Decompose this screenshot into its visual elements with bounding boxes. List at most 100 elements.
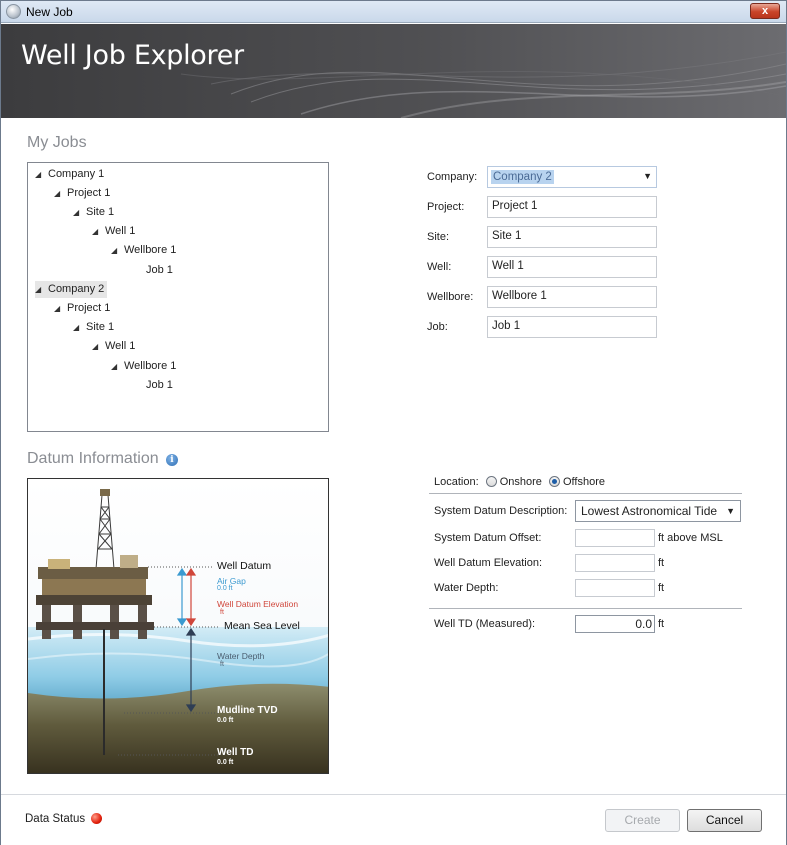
company-combo-value: Company 2 — [491, 170, 554, 184]
expanded-arrow-icon[interactable]: ◢ — [111, 242, 124, 259]
wellbore-label: Wellbore: — [427, 291, 474, 303]
tree-node-label: Site 1 — [86, 206, 115, 218]
tree-node-well-1[interactable]: ◢ Well 1 — [92, 223, 135, 240]
tree-node-label: Company 1 — [48, 168, 105, 180]
tree-node-job-1[interactable]: Job 1 — [146, 377, 173, 394]
expanded-arrow-icon[interactable]: ◢ — [92, 338, 105, 355]
banner: Well Job Explorer — [1, 24, 786, 118]
diagram-mudline-tvd-value: 0.0 ft — [217, 717, 234, 724]
tree-node-label: Well 1 — [105, 340, 136, 352]
close-button[interactable]: x — [750, 3, 780, 19]
system-datum-offset-unit: ft above MSL — [658, 532, 723, 544]
expanded-arrow-icon[interactable]: ◢ — [54, 185, 67, 202]
company-combo[interactable]: Company 2 ▼ — [487, 166, 657, 188]
system-datum-description-label: System Datum Description: — [434, 505, 568, 517]
expanded-arrow-icon[interactable]: ◢ — [111, 358, 124, 375]
title-bar: New Job x — [1, 1, 786, 23]
water-depth-label: Water Depth: — [434, 582, 499, 594]
diagram-air-gap-value: 0.0 ft — [217, 585, 233, 592]
window-title: New Job — [26, 5, 73, 19]
water-depth-input[interactable] — [575, 579, 655, 597]
datum-diagram: Well Datum Air Gap 0.0 ft Well Datum Ele… — [27, 478, 329, 774]
well-field[interactable]: Well 1 — [487, 256, 657, 278]
expanded-arrow-icon[interactable]: ◢ — [92, 223, 105, 240]
divider — [429, 608, 742, 609]
site-label: Site: — [427, 231, 450, 243]
tree-node-label: Project 1 — [67, 302, 111, 314]
diagram-mean-sea-level-label: Mean Sea Level — [224, 620, 300, 632]
footer: Data Status Create Cancel — [1, 794, 786, 845]
diagram-well-datum-elevation-unit: ft — [220, 609, 224, 616]
diagram-water-depth-label: Water Depth — [217, 651, 265, 661]
data-status-label: Data Status — [25, 813, 86, 825]
tree-node-label: Job 1 — [146, 264, 173, 276]
tree-node-project-1[interactable]: ◢ Project 1 — [54, 300, 110, 317]
app-icon — [6, 4, 21, 19]
my-jobs-title: My Jobs — [27, 134, 87, 151]
onshore-label[interactable]: Onshore — [500, 476, 542, 488]
tree-node-well-1[interactable]: ◢ Well 1 — [92, 338, 135, 355]
info-icon[interactable]: i — [166, 454, 178, 466]
location-label: Location: — [434, 476, 479, 488]
tree-node-label: Site 1 — [86, 321, 115, 333]
company-label: Company: — [427, 171, 478, 183]
well-label: Well: — [427, 261, 452, 273]
tree-node-site-1[interactable]: ◢ Site 1 — [73, 204, 114, 221]
diagram-well-datum-label: Well Datum — [217, 560, 272, 572]
new-job-window: New Job x Well Job Explorer My Jobs ◢ Com… — [0, 0, 787, 845]
system-datum-offset-input[interactable] — [575, 529, 655, 547]
tree-node-label: Wellbore 1 — [124, 244, 177, 256]
tree-node-label: Wellbore 1 — [124, 360, 177, 372]
system-datum-description-select[interactable]: Lowest Astronomical Tide ▼ — [575, 500, 741, 522]
expanded-arrow-icon[interactable]: ◢ — [73, 204, 86, 221]
diagram-well-datum-elevation-label: Well Datum Elevation — [217, 599, 299, 609]
offshore-radio[interactable] — [548, 476, 560, 487]
tree-node-company-2[interactable]: ◢ Company 2 — [35, 281, 108, 298]
project-label: Project: — [427, 201, 465, 213]
tree-node-label: Project 1 — [67, 187, 111, 199]
well-datum-elevation-unit: ft — [658, 557, 665, 569]
system-datum-description-value: Lowest Astronomical Tide — [581, 504, 718, 518]
expanded-arrow-icon[interactable]: ◢ — [73, 319, 86, 336]
well-td-input[interactable]: 0.0 — [575, 615, 655, 633]
tree-node-project-1[interactable]: ◢ Project 1 — [54, 185, 110, 202]
system-datum-offset-label: System Datum Offset: — [434, 532, 542, 544]
well-datum-elevation-label: Well Datum Elevation: — [434, 557, 543, 569]
chevron-down-icon[interactable]: ▼ — [726, 506, 735, 516]
tree-node-label: Well 1 — [105, 225, 136, 237]
tree-node-job-1[interactable]: Job 1 — [146, 262, 173, 279]
job-label: Job: — [427, 321, 448, 333]
site-field[interactable]: Site 1 — [487, 226, 657, 248]
water-depth-unit: ft — [658, 582, 665, 594]
well-td-label: Well TD (Measured): — [434, 618, 536, 630]
banner-title: Well Job Explorer — [21, 40, 244, 71]
location-row: Location: Onshore Offshore — [434, 476, 605, 488]
expanded-arrow-icon[interactable]: ◢ — [35, 281, 48, 298]
onshore-radio[interactable] — [485, 476, 497, 487]
banner-swoosh — [180, 51, 786, 118]
tree-node-label: Job 1 — [146, 379, 173, 391]
diagram-well-td-label: Well TD — [217, 747, 254, 758]
well-datum-elevation-input[interactable] — [575, 554, 655, 572]
wellbore-field[interactable]: Wellbore 1 — [487, 286, 657, 308]
job-tree[interactable]: ◢ Company 1 ◢ Project 1 ◢ Site 1 ◢ Well 1 ◢ W… — [27, 162, 329, 432]
tree-node-wellbore-1[interactable]: ◢ Wellbore 1 — [111, 242, 176, 259]
status-indicator-icon — [91, 813, 102, 824]
datum-information-title: Datum Information — [27, 450, 159, 467]
expanded-arrow-icon[interactable]: ◢ — [35, 166, 48, 183]
offshore-label[interactable]: Offshore — [563, 476, 605, 488]
tree-node-company-1[interactable]: ◢ Company 1 — [35, 166, 104, 183]
job-field[interactable]: Job 1 — [487, 316, 657, 338]
diagram-water-depth-unit: ft — [220, 661, 224, 668]
tree-node-label: Company 2 — [48, 283, 105, 295]
divider — [429, 493, 742, 494]
chevron-down-icon[interactable]: ▼ — [643, 171, 652, 181]
tree-node-site-1[interactable]: ◢ Site 1 — [73, 319, 114, 336]
create-button[interactable]: Create — [605, 809, 680, 832]
diagram-well-td-value: 0.0 ft — [217, 759, 234, 766]
cancel-button[interactable]: Cancel — [687, 809, 762, 832]
project-field[interactable]: Project 1 — [487, 196, 657, 218]
diagram-mudline-tvd-label: Mudline TVD — [217, 705, 278, 716]
expanded-arrow-icon[interactable]: ◢ — [54, 300, 67, 317]
tree-node-wellbore-1[interactable]: ◢ Wellbore 1 — [111, 358, 176, 375]
